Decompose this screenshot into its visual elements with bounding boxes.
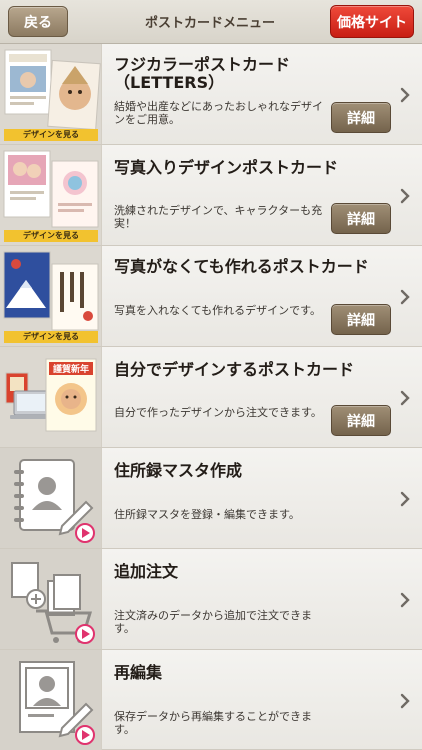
address-book-icon (14, 459, 95, 543)
item-title: 追加注文 (114, 562, 179, 581)
item-description: 結婚や出産などにあったおしゃれなデザインをご用意。 (114, 100, 323, 126)
menu-item-photo-design[interactable]: デザインを見る 写真入りデザインポストカード 洗練されたデザインで、キャラクター… (0, 145, 422, 246)
navigation-bar: 戻る ポストカードメニュー 価格サイト (0, 0, 422, 44)
menu-item-address-book[interactable]: 住所録マスタ作成 住所録マスタを登録・編集できます。 (0, 448, 422, 549)
address-book-thumbnail (0, 448, 102, 548)
price-site-button[interactable]: 価格サイト (330, 5, 414, 38)
item-title: フジカラーポストカード（LETTERS） (114, 55, 291, 92)
item-title: 写真入りデザインポストカード (114, 158, 339, 177)
see-design-label[interactable]: デザインを見る (4, 230, 98, 242)
detail-button[interactable]: 詳細 (331, 203, 391, 234)
detail-button[interactable]: 詳細 (331, 102, 391, 133)
chevron-right-icon (400, 289, 410, 305)
item-title: 写真がなくても作れるポストカード (114, 257, 369, 276)
detail-button[interactable]: 詳細 (331, 405, 391, 436)
item-description: 写真を入れなくても作れるデザインです。 (114, 304, 322, 317)
self-design-thumbnail: 謹賀新年 (0, 347, 102, 447)
item-title: 住所録マスタ作成 (114, 461, 243, 480)
menu-item-self-design[interactable]: 謹賀新年 自分でデザインするポストカード 自分で作ったデザインから注文できます。… (0, 347, 422, 448)
detail-button[interactable]: 詳細 (331, 304, 391, 335)
item-description: 住所録マスタを登録・編集できます。 (114, 508, 300, 521)
page-title: ポストカードメニュー (144, 16, 275, 31)
re-edit-icon (19, 661, 95, 745)
cart-add-icon (11, 562, 95, 644)
see-design-label[interactable]: デザインを見る (4, 129, 98, 141)
additional-order-thumbnail (0, 549, 102, 649)
letters-thumbnail: デザインを見る (0, 44, 102, 144)
item-description: 保存データから再編集することができます。 (114, 710, 312, 736)
chevron-right-icon (400, 188, 410, 204)
no-photo-thumbnail: デザインを見る (0, 246, 102, 346)
photo-design-thumbnail: デザインを見る (0, 145, 102, 245)
menu-item-no-photo[interactable]: デザインを見る 写真がなくても作れるポストカード 写真を入れなくても作れるデザイ… (0, 246, 422, 347)
chevron-right-icon (400, 87, 410, 103)
card-new-year-text: 謹賀新年 (53, 363, 89, 375)
menu-item-additional-order[interactable]: 追加注文 注文済みのデータから追加で注文できます。 (0, 549, 422, 650)
chevron-right-icon (400, 592, 410, 608)
item-title: 再編集 (114, 663, 163, 682)
item-description: 自分で作ったデザインから注文できます。 (114, 406, 322, 419)
self-design-cards-image: 謹賀新年 (5, 358, 97, 432)
chevron-right-icon (400, 390, 410, 406)
see-design-label[interactable]: デザインを見る (4, 331, 98, 343)
menu-item-re-edit[interactable]: 再編集 保存データから再編集することができます。 (0, 650, 422, 750)
menu-item-letters[interactable]: デザインを見る フジカラーポストカード（LETTERS） 結婚や出産などにあった… (0, 44, 422, 145)
back-button[interactable]: 戻る (8, 6, 68, 37)
item-description: 洗練されたデザインで、キャラクターも充実！ (114, 204, 323, 230)
chevron-right-icon (400, 491, 410, 507)
item-description: 注文済みのデータから追加で注文できます。 (114, 609, 312, 635)
re-edit-thumbnail (0, 650, 102, 750)
item-title: 自分でデザインするポストカード (114, 360, 355, 379)
chevron-right-icon (400, 693, 410, 709)
menu-list: デザインを見る フジカラーポストカード（LETTERS） 結婚や出産などにあった… (0, 44, 422, 750)
